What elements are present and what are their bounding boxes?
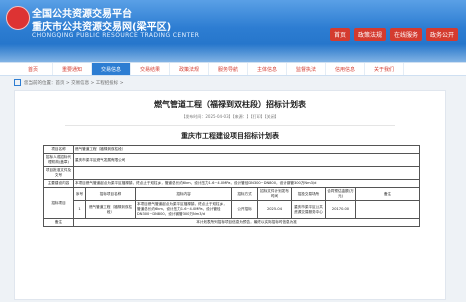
header-links: 首页 政策法规 在线服务 政务公开 xyxy=(329,28,458,41)
header-line3: CHONGQING PUBLIC RESOURCE TRADING CENTER xyxy=(32,32,200,39)
breadcrumb: 您当前的位置：首页 > 交易信息 > 工程招投标 > xyxy=(0,76,466,89)
header-link-2[interactable]: 政策法规 xyxy=(353,28,386,41)
cell-label: 备注 xyxy=(43,218,74,227)
cell-venue: 重庆市梁平区公共资源交易服务中心 xyxy=(291,200,326,219)
cell-value xyxy=(72,166,421,180)
home-icon xyxy=(14,79,21,86)
nav-item-entities[interactable]: 主体信息 xyxy=(248,63,287,75)
header-line2: 重庆市公共资源交易网(梁平区) xyxy=(32,22,172,33)
cell-value: 燃气管道工程（福禄到双柱段） xyxy=(72,145,421,154)
col-header: 招标方式 xyxy=(231,187,258,201)
cell-label: 招标人或招标代理机构(盖章) xyxy=(43,153,74,167)
col-header: 招标内容 xyxy=(135,187,232,201)
table-title: 重庆市工程建设项目招标计划表 xyxy=(181,132,279,140)
article-panel: 燃气管道工程（福禄到双柱段）招标计划表 【发布时间：2025-04-03】【来源… xyxy=(14,90,446,300)
article-meta: 【发布时间：2025-04-03】【来源：】【打印】【关闭】 xyxy=(65,114,395,126)
table-row: 主要建设内容 本项目燃气管道起点为梁平区福禄镇，终点止于双柱乡，管道总长约6km… xyxy=(43,179,421,188)
col-header: 序号 xyxy=(73,187,86,201)
col-header: 备注 xyxy=(354,187,421,201)
header-link-4[interactable]: 政务公开 xyxy=(425,28,458,41)
cell-content: 本项目燃气管道起点为梁平区福禄镇，终点止于双柱乡，管道总长约6km，设计压力1.… xyxy=(135,200,232,219)
cell-remark xyxy=(354,200,421,219)
article-title: 燃气管道工程（福禄到双柱段）招标计划表 xyxy=(154,100,306,109)
cell-value: 本项目燃气管道起点为梁平区福禄镇，终点止于双柱乡，管道总长约6km，设计压力1.… xyxy=(72,179,421,188)
cell-method: 公开招标 xyxy=(231,200,258,219)
cell-label: 项目名称 xyxy=(43,145,74,154)
cell-time: 2025-04 xyxy=(257,200,292,219)
plan-table: 项目名称 燃气管道工程（福禄到双柱段） 招标人或招标代理机构(盖章) 重庆市梁平… xyxy=(43,145,421,227)
site-header: 全国公共资源交易平台 重庆市公共资源交易网(梁平区) CHONGQING PUB… xyxy=(0,0,466,62)
table-row: 1 燃气管道工程（福禄到双柱段） 本项目燃气管道起点为梁平区福禄镇，终点止于双柱… xyxy=(44,200,421,219)
nav-item-supervision[interactable]: 监督执法 xyxy=(287,63,326,75)
table-row: 招标项目 序号 招标项目名称 招标内容 招标方式 招标文件计划发布时间 招投交易… xyxy=(43,187,421,219)
nav-item-service[interactable]: 服务导航 xyxy=(209,63,248,75)
breadcrumb-text[interactable]: 您当前的位置：首页 > 交易信息 > 工程招投标 > xyxy=(24,80,123,86)
cell-label: 项目批准文件及文号 xyxy=(43,166,74,180)
header-link-1[interactable]: 首页 xyxy=(329,28,350,41)
table-row: 项目批准文件及文号 xyxy=(43,166,421,180)
col-header: 合同预估金额(万元) xyxy=(325,187,356,201)
table-row: 备注 本计划表所列招标项目信息为预告，最终以实际招标时信息为准 xyxy=(43,218,421,227)
nav-item-about[interactable]: 关于我们 xyxy=(365,63,404,75)
table-row: 招标人或招标代理机构(盖章) 重庆市梁平区燃气发展有限公司 xyxy=(43,153,421,167)
cell-label: 主要建设内容 xyxy=(43,179,74,188)
nav-item-trade-info[interactable]: 交易信息 xyxy=(92,63,131,75)
cell-name: 燃气管道工程（福禄到双柱段） xyxy=(85,200,136,219)
nav-item-credit[interactable]: 信用信息 xyxy=(326,63,365,75)
cell-value: 重庆市梁平区燃气发展有限公司 xyxy=(72,153,421,167)
cell-label: 招标项目 xyxy=(43,187,74,219)
nav-item-notice[interactable]: 重要通知 xyxy=(53,63,92,75)
header-link-3[interactable]: 在线服务 xyxy=(389,28,422,41)
main-nav: 首页 重要通知 交易信息 交易结果 政策法规 服务导航 主体信息 监督执法 信用… xyxy=(0,62,466,76)
cell-no: 1 xyxy=(73,200,86,219)
table-row: 项目名称 燃气管道工程（福禄到双柱段） xyxy=(43,145,421,154)
col-header: 招投交易场所 xyxy=(291,187,326,201)
cell-amount: 20170.00 xyxy=(325,200,356,219)
col-header: 招标文件计划发布时间 xyxy=(257,187,292,201)
cell-value: 本计划表所列招标项目信息为预告，最终以实际招标时信息为准 xyxy=(72,218,421,227)
col-header: 招标项目名称 xyxy=(85,187,136,201)
nav-item-home[interactable]: 首页 xyxy=(14,63,53,75)
emblem-icon xyxy=(6,6,30,30)
nav-item-results[interactable]: 交易结果 xyxy=(131,63,170,75)
nav-item-policy[interactable]: 政策法规 xyxy=(170,63,209,75)
